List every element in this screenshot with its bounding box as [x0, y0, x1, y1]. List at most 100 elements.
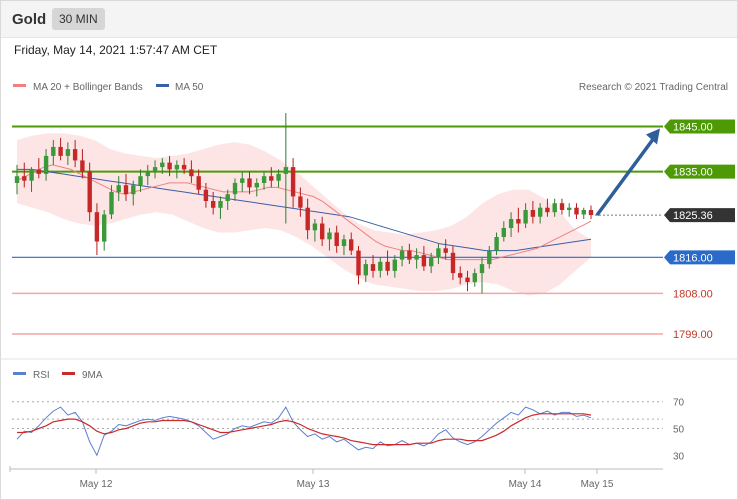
- level-tag-1825.36: 1825.36: [664, 208, 735, 223]
- ma9-legend-swatch: [62, 372, 75, 375]
- candle-body: [385, 261, 390, 271]
- candle-body: [312, 223, 318, 231]
- candle-body: [72, 149, 78, 161]
- level-label: 1816.00: [673, 252, 713, 264]
- candle-body: [109, 191, 114, 215]
- x-tick-label: May 14: [509, 479, 542, 490]
- candle-body: [225, 194, 230, 201]
- candle-body: [174, 164, 180, 170]
- candle-body: [94, 212, 100, 242]
- candle-body: [516, 219, 521, 224]
- candle-body: [574, 207, 579, 215]
- candle-body: [538, 207, 543, 217]
- candle-body: [349, 239, 354, 251]
- rsi-legend-label: RSI: [33, 370, 50, 381]
- rsi-legend-swatch: [13, 372, 26, 375]
- candle-body: [211, 201, 216, 208]
- ma9-legend-label: 9MA: [82, 370, 103, 381]
- ma50-legend-label: MA 50: [175, 82, 204, 93]
- candle-body: [334, 232, 339, 246]
- candle-body: [363, 264, 368, 276]
- candle-body: [29, 169, 34, 181]
- projection-arrow: [595, 135, 657, 217]
- candle: [574, 203, 579, 219]
- candle-body: [508, 219, 514, 228]
- candle-body: [167, 162, 172, 170]
- level-label: 1808.00: [673, 288, 713, 300]
- candle-body: [254, 182, 259, 188]
- candle-body: [123, 185, 129, 195]
- candle-body: [472, 273, 477, 283]
- candle-body: [429, 257, 434, 267]
- candle-body: [138, 176, 143, 186]
- level-label: 1835.00: [673, 167, 713, 179]
- candle-body: [399, 250, 405, 260]
- candle-body: [378, 261, 383, 271]
- candle-body: [450, 252, 456, 274]
- candle-body: [102, 214, 107, 242]
- candle-body: [567, 207, 572, 210]
- level-label: 1845.00: [673, 122, 713, 134]
- candle-body: [414, 255, 419, 260]
- candle-body: [443, 248, 448, 253]
- price-chart: MA 20 + Bollinger Bands MA 50 Research ©…: [0, 82, 738, 490]
- candle-body: [65, 149, 71, 156]
- candle-body: [494, 237, 499, 251]
- candle-body: [290, 167, 296, 197]
- ma20-legend-label: MA 20 + Bollinger Bands: [33, 82, 143, 93]
- candle: [588, 205, 594, 219]
- x-tick-label: May 13: [297, 479, 330, 490]
- rsi-legend: RSI 9MA: [13, 370, 103, 381]
- candle-body: [160, 162, 165, 168]
- level-label: 1825.36: [673, 210, 713, 222]
- candle-body: [152, 167, 158, 172]
- candle-body: [22, 176, 27, 181]
- candle-body: [436, 248, 441, 258]
- bollinger-band: [17, 133, 591, 296]
- candle-body: [581, 210, 586, 215]
- candle-body: [356, 250, 361, 276]
- rsi-line: [16, 406, 592, 457]
- candle-body: [305, 207, 310, 231]
- candle-body: [552, 203, 557, 213]
- rsi-tick-label: 50: [673, 425, 685, 436]
- candle: [567, 203, 572, 217]
- candle-body: [283, 167, 289, 174]
- candle-body: [465, 277, 470, 283]
- level-tag-1835.00: 1835.00: [664, 164, 735, 179]
- candle-body: [232, 182, 238, 195]
- ma50-legend-swatch: [156, 84, 169, 87]
- candle-body: [320, 223, 325, 240]
- candle-body: [240, 178, 245, 183]
- candle-body: [276, 173, 281, 181]
- ma20-legend-swatch: [13, 84, 26, 87]
- candle-body: [80, 160, 85, 172]
- candle: [102, 209, 107, 251]
- candle-body: [501, 228, 506, 237]
- candle: [559, 198, 565, 215]
- candle: [356, 246, 361, 285]
- candle-body: [247, 178, 252, 188]
- candle-body: [407, 250, 412, 260]
- main-legend: MA 20 + Bollinger Bands MA 50 Research ©…: [13, 82, 728, 93]
- level-tag-1845.00: 1845.00: [664, 119, 735, 134]
- candle-body: [51, 146, 56, 156]
- candle-body: [14, 176, 20, 183]
- candle-body: [559, 203, 565, 210]
- candle-body: [588, 210, 594, 216]
- candle-body: [421, 255, 427, 267]
- candle-body: [36, 169, 41, 174]
- candle-body: [458, 273, 463, 278]
- candle-body: [327, 232, 332, 240]
- candle-body: [370, 264, 376, 271]
- candle-body: [392, 259, 397, 271]
- level-tag-1816.00: 1816.00: [664, 250, 735, 265]
- candle-body: [218, 201, 223, 208]
- candle-body: [261, 176, 267, 183]
- candle-body: [298, 196, 303, 208]
- candle-body: [523, 210, 528, 224]
- candle-body: [145, 171, 150, 177]
- level-label: 1799.00: [673, 329, 713, 341]
- candle-body: [87, 171, 92, 213]
- rsi-ma-line: [17, 413, 592, 446]
